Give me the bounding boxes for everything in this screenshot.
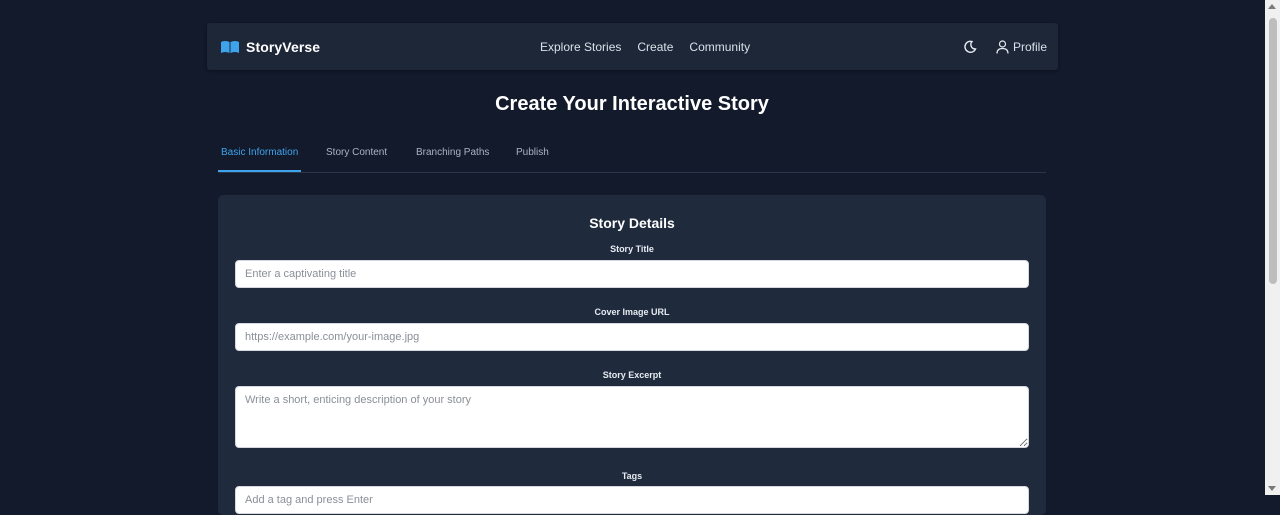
story-details-card: Story Details Story Title Cover Image UR… <box>218 195 1046 515</box>
page-title: Create Your Interactive Story <box>495 93 769 115</box>
tags-input[interactable] <box>235 486 1029 514</box>
tab-story-content[interactable]: Story Content <box>326 147 387 158</box>
main-nav: Explore Stories Create Community <box>540 23 766 70</box>
tab-branching-paths[interactable]: Branching Paths <box>416 147 489 158</box>
story-excerpt-label: Story Excerpt <box>602 370 662 380</box>
form-tabs: Basic Information Story Content Branchin… <box>218 140 1046 173</box>
tab-basic-information[interactable]: Basic Information <box>221 147 298 158</box>
story-title-input[interactable] <box>235 260 1029 288</box>
tab-publish[interactable]: Publish <box>516 147 549 158</box>
active-tab-indicator <box>218 170 301 172</box>
story-excerpt-textarea[interactable] <box>235 386 1029 448</box>
profile-label: Profile <box>1012 39 1047 54</box>
scroll-thumb[interactable] <box>1269 18 1277 284</box>
moon-icon[interactable] <box>963 40 977 54</box>
nav-create[interactable]: Create <box>637 40 673 54</box>
tags-label: Tags <box>621 471 643 481</box>
scroll-down-arrow-icon[interactable] <box>1268 486 1276 491</box>
cover-image-url-label: Cover Image URL <box>594 307 670 317</box>
brand-name: StoryVerse <box>246 38 321 55</box>
nav-actions: Profile <box>963 23 1047 70</box>
page-scrollbar[interactable] <box>1265 0 1280 495</box>
user-icon <box>996 39 1009 54</box>
top-navbar: StoryVerse Explore Stories Create Commun… <box>207 23 1058 70</box>
scroll-up-arrow-icon[interactable] <box>1268 4 1276 9</box>
cover-image-url-input[interactable] <box>235 323 1029 351</box>
section-title: Story Details <box>589 215 675 231</box>
brand-logo[interactable]: StoryVerse <box>220 23 320 70</box>
open-book-icon <box>221 40 239 53</box>
profile-link[interactable]: Profile <box>996 40 1047 54</box>
story-title-label: Story Title <box>610 244 654 254</box>
nav-explore-stories[interactable]: Explore Stories <box>540 40 621 54</box>
nav-community[interactable]: Community <box>689 40 750 54</box>
